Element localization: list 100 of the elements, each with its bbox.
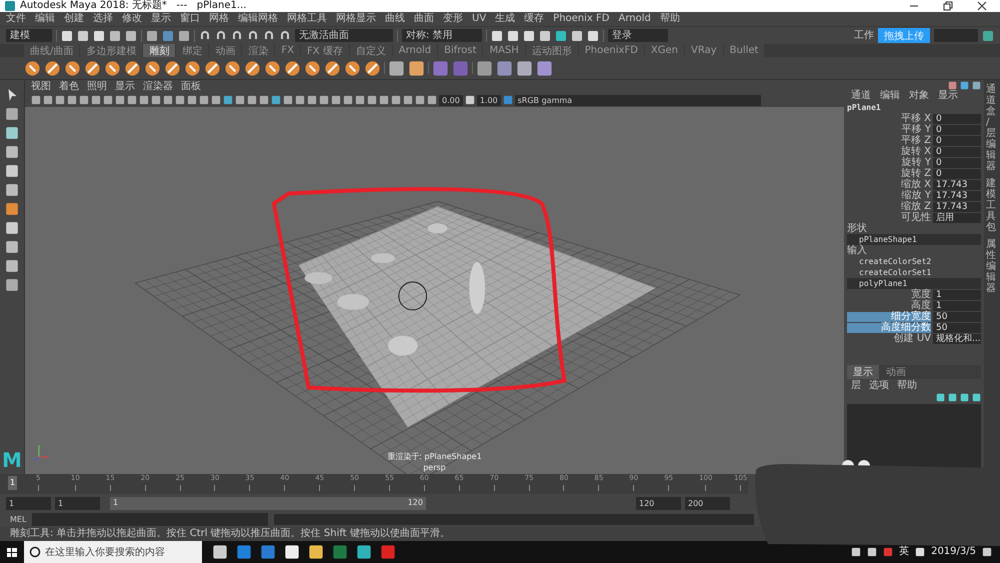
end-field[interactable]: 200 xyxy=(685,496,730,510)
brush-icon[interactable] xyxy=(344,60,361,76)
menu-item[interactable]: 生成 xyxy=(495,14,516,24)
attribute-label[interactable]: 创建 UV xyxy=(847,334,931,344)
symmetry-dropdown[interactable]: 对称: 禁用 xyxy=(402,29,482,42)
attribute-value[interactable]: 启用 xyxy=(933,212,981,222)
attribute-value[interactable]: 0 xyxy=(933,124,981,134)
shelf-tab[interactable]: FX 缓存 xyxy=(300,44,349,57)
attribute-value[interactable]: 0 xyxy=(933,158,981,168)
menu-item[interactable]: 选择 xyxy=(93,14,113,24)
shelf-tab[interactable]: 多边形建模 xyxy=(80,44,142,57)
menu-item[interactable]: 修改 xyxy=(122,14,142,24)
brush-icon[interactable] xyxy=(264,60,281,76)
shelf-tab[interactable]: XGen xyxy=(644,44,684,57)
shelf-tab[interactable]: 渲染 xyxy=(242,44,274,57)
attribute-value[interactable]: 0 xyxy=(933,114,981,124)
layer-menu[interactable]: 帮助 xyxy=(897,381,917,391)
shelf-tab[interactable]: 绑定 xyxy=(176,44,208,57)
brush-icon[interactable] xyxy=(104,60,121,76)
shelf-tab[interactable]: 动画 xyxy=(209,44,242,57)
attribute-label[interactable]: 高度细分数 xyxy=(847,322,931,332)
attribute-value[interactable]: 17.743 xyxy=(933,202,981,212)
attribute-value[interactable]: 50 xyxy=(933,312,981,322)
attribute-label[interactable]: 细分宽度 xyxy=(847,312,931,322)
menu-item[interactable]: 帮助 xyxy=(660,14,680,24)
menu-item[interactable]: UV xyxy=(472,14,486,24)
shape-node[interactable]: pPlaneShape1 xyxy=(847,234,981,245)
close-icon[interactable] xyxy=(976,0,988,12)
playback-end-field[interactable]: 120 xyxy=(636,496,681,510)
channel-menu[interactable]: 对象 xyxy=(909,91,929,101)
brush-icon[interactable] xyxy=(204,60,221,76)
shelf-tab[interactable]: 曲线/曲面 xyxy=(24,44,80,57)
attribute-value[interactable]: 0 xyxy=(933,168,981,178)
attribute-label[interactable]: 高度 xyxy=(847,300,931,310)
menu-item[interactable]: 网格工具 xyxy=(287,14,327,24)
brush-icon[interactable] xyxy=(284,60,301,76)
restore-icon[interactable] xyxy=(942,0,954,12)
attribute-value[interactable]: 0 xyxy=(933,136,981,146)
channel-menu[interactable]: 编辑 xyxy=(880,91,900,101)
shelf-tab[interactable]: 自定义 xyxy=(350,44,392,57)
menu-item[interactable]: Phoenix FD xyxy=(553,14,610,24)
shelf-tab[interactable]: 雕刻 xyxy=(143,44,176,57)
menu-item[interactable]: 窗口 xyxy=(180,14,200,24)
menu-item[interactable]: 缓存 xyxy=(524,14,544,24)
attribute-label[interactable]: 宽度 xyxy=(847,290,931,300)
panel-menu[interactable]: 着色 xyxy=(59,82,79,92)
shelf-tab[interactable]: MASH xyxy=(483,44,525,57)
attribute-value[interactable]: 1 xyxy=(933,290,981,300)
menu-item[interactable]: 曲线 xyxy=(385,14,405,24)
language-indicator[interactable]: 英 xyxy=(899,547,910,557)
brush-icon[interactable] xyxy=(364,60,381,76)
search-icon[interactable] xyxy=(29,546,41,558)
panel-menu[interactable]: 照明 xyxy=(87,82,107,92)
shelf-tab[interactable]: VRay xyxy=(685,44,723,57)
layer-menu[interactable]: 层 xyxy=(851,381,861,391)
attribute-value[interactable]: 17.743 xyxy=(933,190,981,200)
menu-item[interactable]: 变形 xyxy=(443,14,463,24)
menu-item[interactable]: Arnold xyxy=(618,14,651,24)
playback-start-field[interactable]: 1 xyxy=(55,496,100,510)
channel-menu[interactable]: 显示 xyxy=(938,91,958,101)
channel-menu[interactable]: 通道 xyxy=(851,91,871,101)
shelf-tab[interactable]: Bifrost xyxy=(438,44,482,57)
brush-icon[interactable] xyxy=(244,60,261,76)
shelf-tab[interactable]: PhoenixFD xyxy=(578,44,644,57)
mode-dropdown[interactable]: 建模 xyxy=(6,29,52,42)
windows-start-icon[interactable] xyxy=(6,546,18,558)
brush-icon[interactable] xyxy=(64,60,81,76)
brush-icon[interactable] xyxy=(24,60,41,76)
input-node[interactable]: polyPlane1 xyxy=(847,278,981,289)
brush-icon[interactable] xyxy=(44,60,61,76)
menu-item[interactable]: 网格显示 xyxy=(336,14,376,24)
attribute-value[interactable]: 0 xyxy=(933,146,981,156)
current-frame[interactable]: 1 xyxy=(8,476,18,490)
brush-icon[interactable] xyxy=(324,60,341,76)
menu-item[interactable]: 编辑网格 xyxy=(238,14,278,24)
attribute-value[interactable]: 规格化和... xyxy=(933,334,981,344)
menu-item[interactable]: 编辑 xyxy=(35,14,55,24)
attribute-value[interactable]: 17.743 xyxy=(933,180,981,190)
shelf-tab[interactable]: Arnold xyxy=(392,44,438,57)
shelf-tab[interactable]: 运动图形 xyxy=(526,44,578,57)
layer-tab[interactable]: 动画 xyxy=(880,365,912,379)
gamma-field[interactable]: 1.00 xyxy=(476,94,501,106)
brush-icon[interactable] xyxy=(144,60,161,76)
start-field[interactable]: 1 xyxy=(6,496,51,510)
menu-item[interactable]: 曲面 xyxy=(414,14,434,24)
side-tab[interactable]: 通道盒/层编辑器 xyxy=(986,84,996,172)
panel-menu[interactable]: 显示 xyxy=(115,82,135,92)
brush-icon[interactable] xyxy=(84,60,101,76)
attribute-value[interactable]: 50 xyxy=(933,322,981,332)
panel-menu[interactable]: 面板 xyxy=(181,82,201,92)
layer-menu[interactable]: 选项 xyxy=(869,381,889,391)
menu-item[interactable]: 创建 xyxy=(64,14,84,24)
menu-item[interactable]: 网格 xyxy=(209,14,229,24)
surface-field[interactable]: 无激活曲面 xyxy=(295,29,393,42)
menu-item[interactable]: 文件 xyxy=(6,14,26,24)
shelf-tab[interactable]: FX xyxy=(275,44,300,57)
layer-tab[interactable]: 显示 xyxy=(847,365,879,379)
side-tab[interactable]: 属性编辑器 xyxy=(986,239,996,294)
clock-date[interactable]: 2019/3/5 xyxy=(931,547,976,557)
login-dropdown[interactable]: 登录 xyxy=(608,29,668,42)
